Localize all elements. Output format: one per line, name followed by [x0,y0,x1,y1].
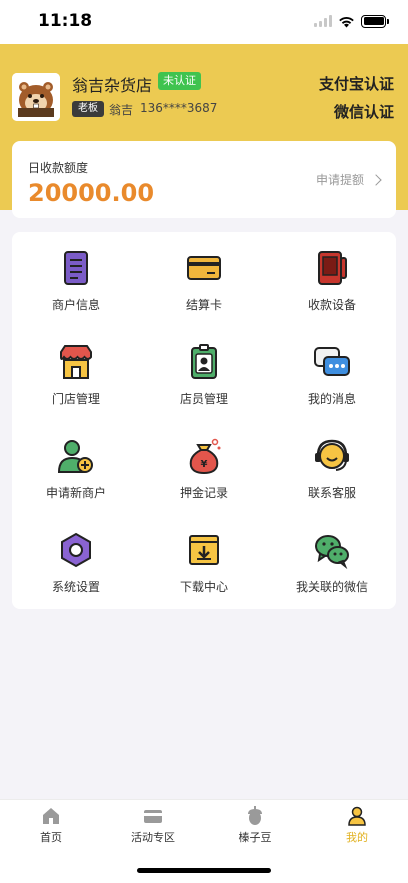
menu-label: 押金记录 [179,486,228,500]
quota-label: 日收款额度 [28,161,89,175]
menu-label: 系统设置 [51,580,100,594]
increase-quota-button[interactable]: 申请提额 [315,171,382,188]
download-icon [184,530,224,570]
battery-icon [361,14,389,28]
money-bag-icon: ¥ [184,436,224,476]
tab-bar: 首页 活动专区 榛子豆 我的 [0,799,408,849]
verify-status-badge[interactable]: 未认证 [158,72,201,90]
tab-hazelnut[interactable]: 榛子豆 [204,800,306,850]
menu-linked-wechat[interactable]: 我关联的微信 [268,514,396,608]
card-icon [184,248,224,288]
menu-staff-management[interactable]: 店员管理 [140,326,268,420]
svg-text:¥: ¥ [201,459,208,470]
home-icon [41,806,61,826]
add-user-icon [56,436,96,476]
menu-my-messages[interactable]: 我的消息 [268,326,396,420]
status-icons [314,14,389,28]
tab-activity[interactable]: 活动专区 [102,800,204,850]
menu-deposit-records[interactable]: ¥ 押金记录 [140,420,268,514]
avatar[interactable] [12,73,60,121]
wechat-icon [312,530,352,570]
tab-mine[interactable]: 我的 [306,800,408,850]
store-name: 翁吉杂货店 [72,76,153,95]
menu-store-management[interactable]: 门店管理 [12,326,140,420]
menu-settlement-card[interactable]: 结算卡 [140,232,268,326]
menu-grid: 商户信息 结算卡 收款设备 门店管理 店员管理 我的消息 申请新商户 ¥ 押金记… [12,232,396,609]
menu-label: 结算卡 [185,298,222,312]
pos-device-icon [312,248,352,288]
tab-label: 我的 [346,831,368,844]
menu-label: 申请新商户 [45,486,106,500]
menu-label: 我的消息 [307,392,356,406]
tab-home[interactable]: 首页 [0,800,102,850]
status-bar: 11:18 [0,0,408,44]
menu-label: 联系客服 [307,486,356,500]
tab-label: 榛子豆 [238,831,272,844]
tab-label: 首页 [40,831,62,844]
profile-icon [347,806,367,826]
menu-label: 下载中心 [179,580,228,594]
beaver-avatar-icon [12,73,60,121]
menu-label: 店员管理 [179,392,228,406]
menu-merchant-info[interactable]: 商户信息 [12,232,140,326]
menu-label: 商户信息 [51,298,100,312]
tab-label: 活动专区 [131,831,175,844]
menu-label: 我关联的微信 [295,580,368,594]
quota-value: 20000.00 [28,179,155,207]
menu-pos-device[interactable]: 收款设备 [268,232,396,326]
alipay-cert-link[interactable]: 支付宝认证 [319,73,394,94]
role-badge: 老板 [72,101,104,117]
message-icon [312,342,352,382]
wechat-cert-link[interactable]: 微信认证 [334,101,394,122]
status-time: 11:18 [38,11,93,31]
customer-service-icon [312,436,352,476]
signal-icon [314,15,332,27]
menu-customer-service[interactable]: 联系客服 [268,420,396,514]
menu-download-center[interactable]: 下载中心 [140,514,268,608]
activity-card-icon [143,806,163,826]
menu-apply-new-merchant[interactable]: 申请新商户 [12,420,140,514]
menu-label: 收款设备 [307,298,356,312]
store-icon [56,342,96,382]
home-indicator[interactable] [137,868,271,873]
increase-quota-label: 申请提额 [315,173,364,187]
document-icon [56,248,96,288]
owner-phone: 136****3687 [140,101,218,115]
wifi-icon [339,16,354,27]
settings-icon [56,530,96,570]
chevron-right-icon [370,173,382,186]
home-indicator-area [0,849,408,883]
staff-badge-icon [184,342,224,382]
menu-system-settings[interactable]: 系统设置 [12,514,140,608]
hazelnut-icon [245,806,265,826]
menu-label: 门店管理 [51,392,100,406]
quota-card: 日收款额度 20000.00 申请提额 [12,141,396,218]
owner-name: 翁吉 [109,103,134,117]
